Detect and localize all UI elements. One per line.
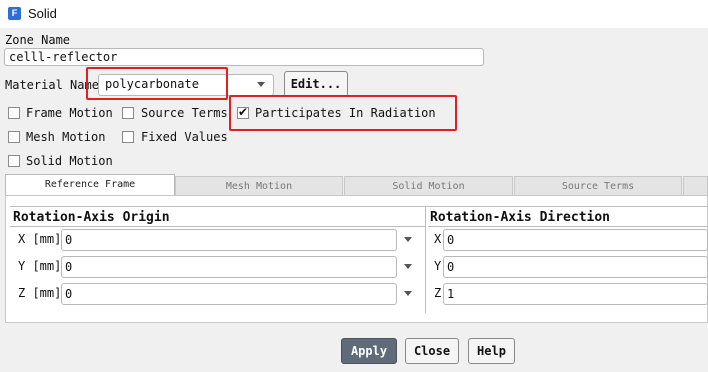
origin-z-value: 0 bbox=[65, 287, 73, 301]
origin-divider bbox=[10, 226, 425, 227]
tab-solid-motion[interactable]: Solid Motion bbox=[344, 176, 513, 196]
direction-x-label: X bbox=[434, 232, 442, 246]
direction-title: Rotation-Axis Direction bbox=[430, 210, 611, 225]
edit-button[interactable]: Edit... bbox=[284, 71, 348, 97]
origin-z-dropdown-icon[interactable] bbox=[404, 291, 412, 296]
zone-name-label: Zone Name bbox=[5, 33, 71, 47]
fixed-values-label: Fixed Values bbox=[141, 130, 228, 144]
close-button[interactable]: Close bbox=[405, 338, 459, 364]
group-vertical-divider bbox=[425, 207, 426, 313]
origin-z-label: Z [mm] bbox=[18, 286, 62, 300]
app-icon: F bbox=[8, 7, 21, 20]
origin-x-label: X [mm] bbox=[18, 232, 62, 246]
direction-z-value: 1 bbox=[447, 287, 455, 301]
window-title: Solid bbox=[28, 6, 57, 21]
tab-reference-frame[interactable]: Reference Frame bbox=[5, 174, 175, 195]
tab-overflow[interactable] bbox=[683, 176, 708, 196]
tab-source-terms[interactable]: Source Terms bbox=[514, 176, 682, 196]
origin-title: Rotation-Axis Origin bbox=[13, 210, 170, 225]
mesh-motion-label: Mesh Motion bbox=[26, 130, 106, 144]
direction-y-label: Y bbox=[434, 259, 442, 273]
mesh-motion-checkbox[interactable] bbox=[8, 131, 20, 143]
material-highlight-box bbox=[86, 67, 228, 100]
help-button[interactable]: Help bbox=[468, 338, 515, 364]
apply-button[interactable]: Apply bbox=[341, 338, 397, 364]
source-terms-checkbox[interactable] bbox=[122, 107, 134, 119]
origin-z-input[interactable]: 0 bbox=[61, 283, 397, 305]
origin-y-input[interactable]: 0 bbox=[61, 256, 397, 278]
origin-y-label: Y [mm] bbox=[18, 259, 62, 273]
tab-mesh-motion[interactable]: Mesh Motion bbox=[175, 176, 343, 196]
direction-z-label: Z bbox=[434, 286, 442, 300]
origin-x-value: 0 bbox=[65, 233, 73, 247]
direction-y-input[interactable]: 0 bbox=[443, 256, 708, 278]
zone-name-input[interactable]: celll-reflector bbox=[4, 48, 484, 66]
panel-top-divider bbox=[10, 206, 708, 207]
direction-y-value: 0 bbox=[447, 260, 455, 274]
radiation-highlight-box bbox=[229, 95, 457, 131]
frame-motion-checkbox[interactable] bbox=[8, 107, 20, 119]
direction-x-value: 0 bbox=[447, 233, 455, 247]
title-bar bbox=[0, 0, 708, 28]
origin-x-input[interactable]: 0 bbox=[61, 229, 397, 251]
solid-motion-checkbox[interactable] bbox=[8, 155, 20, 167]
fixed-values-checkbox[interactable] bbox=[122, 131, 134, 143]
direction-divider bbox=[428, 226, 708, 227]
origin-y-value: 0 bbox=[65, 260, 73, 274]
material-name-label: Material Name bbox=[5, 78, 99, 92]
solid-motion-label: Solid Motion bbox=[26, 154, 113, 168]
frame-motion-label: Frame Motion bbox=[26, 106, 113, 120]
source-terms-label: Source Terms bbox=[141, 106, 228, 120]
direction-x-input[interactable]: 0 bbox=[443, 229, 708, 251]
origin-y-dropdown-icon[interactable] bbox=[404, 264, 412, 269]
origin-x-dropdown-icon[interactable] bbox=[404, 237, 412, 242]
chevron-down-icon bbox=[257, 82, 265, 87]
direction-z-input[interactable]: 1 bbox=[443, 283, 708, 305]
